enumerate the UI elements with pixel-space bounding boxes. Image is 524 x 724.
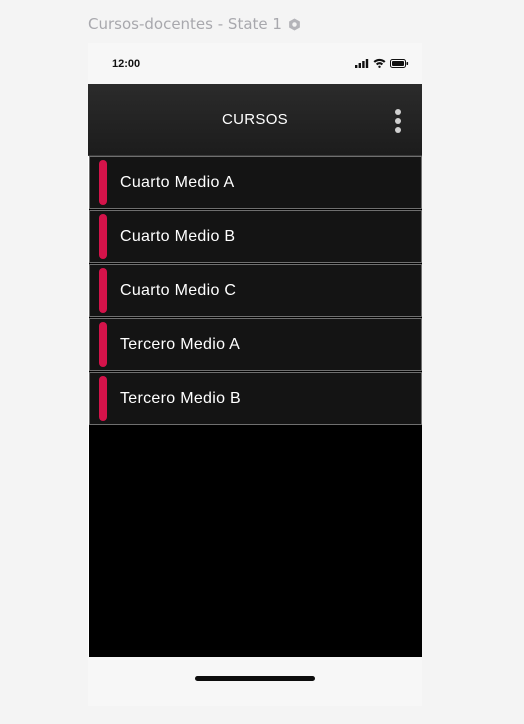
status-bar: 12:00 — [88, 43, 422, 85]
page-title: CURSOS — [222, 111, 288, 128]
course-list: Cuarto Medio A Cuarto Medio B Cuarto Med… — [89, 156, 422, 425]
menu-dot — [395, 118, 401, 124]
course-item[interactable]: Cuarto Medio B — [89, 210, 422, 263]
course-accent-bar — [99, 376, 107, 421]
app-bar: CURSOS — [88, 84, 422, 156]
signal-icon — [355, 58, 369, 68]
course-accent-bar — [99, 160, 107, 205]
course-label: Cuarto Medio C — [120, 282, 237, 299]
course-accent-bar — [99, 214, 107, 259]
menu-dot — [395, 109, 401, 115]
status-time: 12:00 — [112, 58, 141, 70]
hexagon-icon[interactable] — [288, 17, 301, 31]
course-accent-bar — [99, 268, 107, 313]
course-label: Tercero Medio A — [120, 336, 241, 353]
home-indicator[interactable] — [195, 676, 315, 681]
course-item[interactable]: Cuarto Medio C — [89, 264, 422, 317]
menu-dot — [395, 127, 401, 133]
wifi-icon — [373, 58, 386, 68]
battery-icon — [390, 58, 409, 68]
artboard-label: Cursos-docentes - State 1 — [88, 15, 301, 33]
course-accent-bar — [99, 322, 107, 367]
course-label: Tercero Medio B — [120, 390, 241, 407]
course-item[interactable]: Cuarto Medio A — [89, 156, 422, 209]
phone-frame: 12:00 CURSOS Cuarto Medio A Cuarto Medio… — [88, 43, 422, 706]
more-vertical-icon[interactable] — [392, 109, 404, 133]
status-icons — [355, 58, 409, 68]
course-label: Cuarto Medio A — [120, 174, 235, 191]
course-item[interactable]: Tercero Medio B — [89, 372, 422, 425]
course-item[interactable]: Tercero Medio A — [89, 318, 422, 371]
artboard-title: Cursos-docentes - State 1 — [88, 15, 282, 33]
home-indicator-area — [88, 657, 422, 706]
course-label: Cuarto Medio B — [120, 228, 236, 245]
course-list-area: Cuarto Medio A Cuarto Medio B Cuarto Med… — [89, 156, 422, 657]
